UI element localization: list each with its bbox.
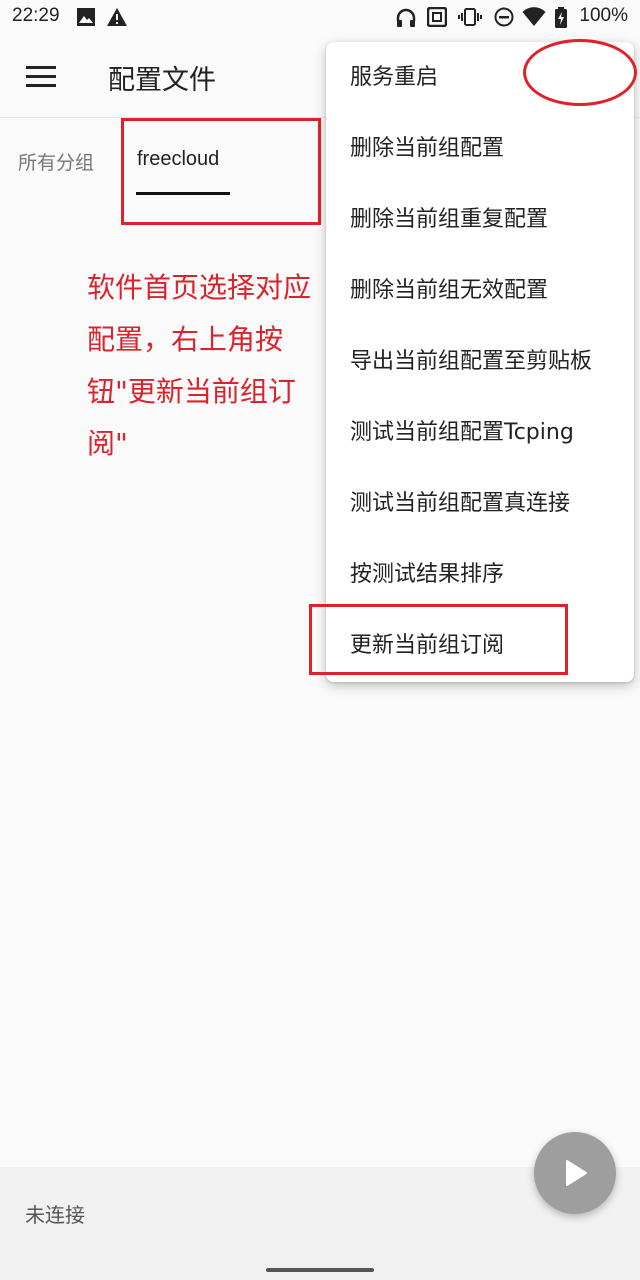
play-icon — [566, 1160, 587, 1186]
battery-icon — [555, 7, 567, 28]
annotation-text: 软件首页选择对应配置，右上角按钮"更新当前组订阅" — [87, 271, 312, 460]
highlight-box-update-subscription — [309, 604, 568, 675]
image-icon — [77, 8, 95, 26]
connect-fab-button[interactable] — [534, 1132, 616, 1214]
highlight-ellipse-overflow — [523, 39, 637, 106]
menu-item-test-tcping[interactable]: 测试当前组配置Tcping — [326, 397, 634, 468]
status-bar: 22:29 100% — [0, 0, 640, 36]
hamburger-menu-icon[interactable] — [26, 66, 56, 88]
status-time: 22:29 — [12, 5, 60, 26]
warning-icon — [107, 8, 127, 26]
vibrate-icon — [458, 8, 482, 26]
menu-item-test-real-connection[interactable]: 测试当前组配置真连接 — [326, 468, 634, 539]
menu-item-delete-group-configs[interactable]: 删除当前组配置 — [326, 113, 634, 184]
menu-item-sort-by-results[interactable]: 按测试结果排序 — [326, 539, 634, 610]
overflow-menu: 服务重启 删除当前组配置 删除当前组重复配置 删除当前组无效配置 导出当前组配置… — [326, 42, 634, 682]
menu-item-export-to-clipboard[interactable]: 导出当前组配置至剪贴板 — [326, 326, 634, 397]
page-title: 配置文件 — [108, 65, 216, 96]
tab-all-groups[interactable]: 所有分组 — [18, 148, 94, 175]
menu-item-delete-invalid-configs[interactable]: 删除当前组无效配置 — [326, 255, 634, 326]
nfc-icon — [427, 7, 447, 27]
headset-icon — [396, 8, 416, 27]
menu-item-delete-duplicate-configs[interactable]: 删除当前组重复配置 — [326, 184, 634, 255]
gesture-nav-handle[interactable] — [266, 1268, 374, 1272]
highlight-box-tab — [121, 118, 321, 225]
battery-percent: 100% — [579, 5, 628, 26]
wifi-icon — [522, 7, 546, 26]
dnd-icon — [494, 7, 514, 27]
connection-status: 未连接 — [25, 1203, 85, 1227]
